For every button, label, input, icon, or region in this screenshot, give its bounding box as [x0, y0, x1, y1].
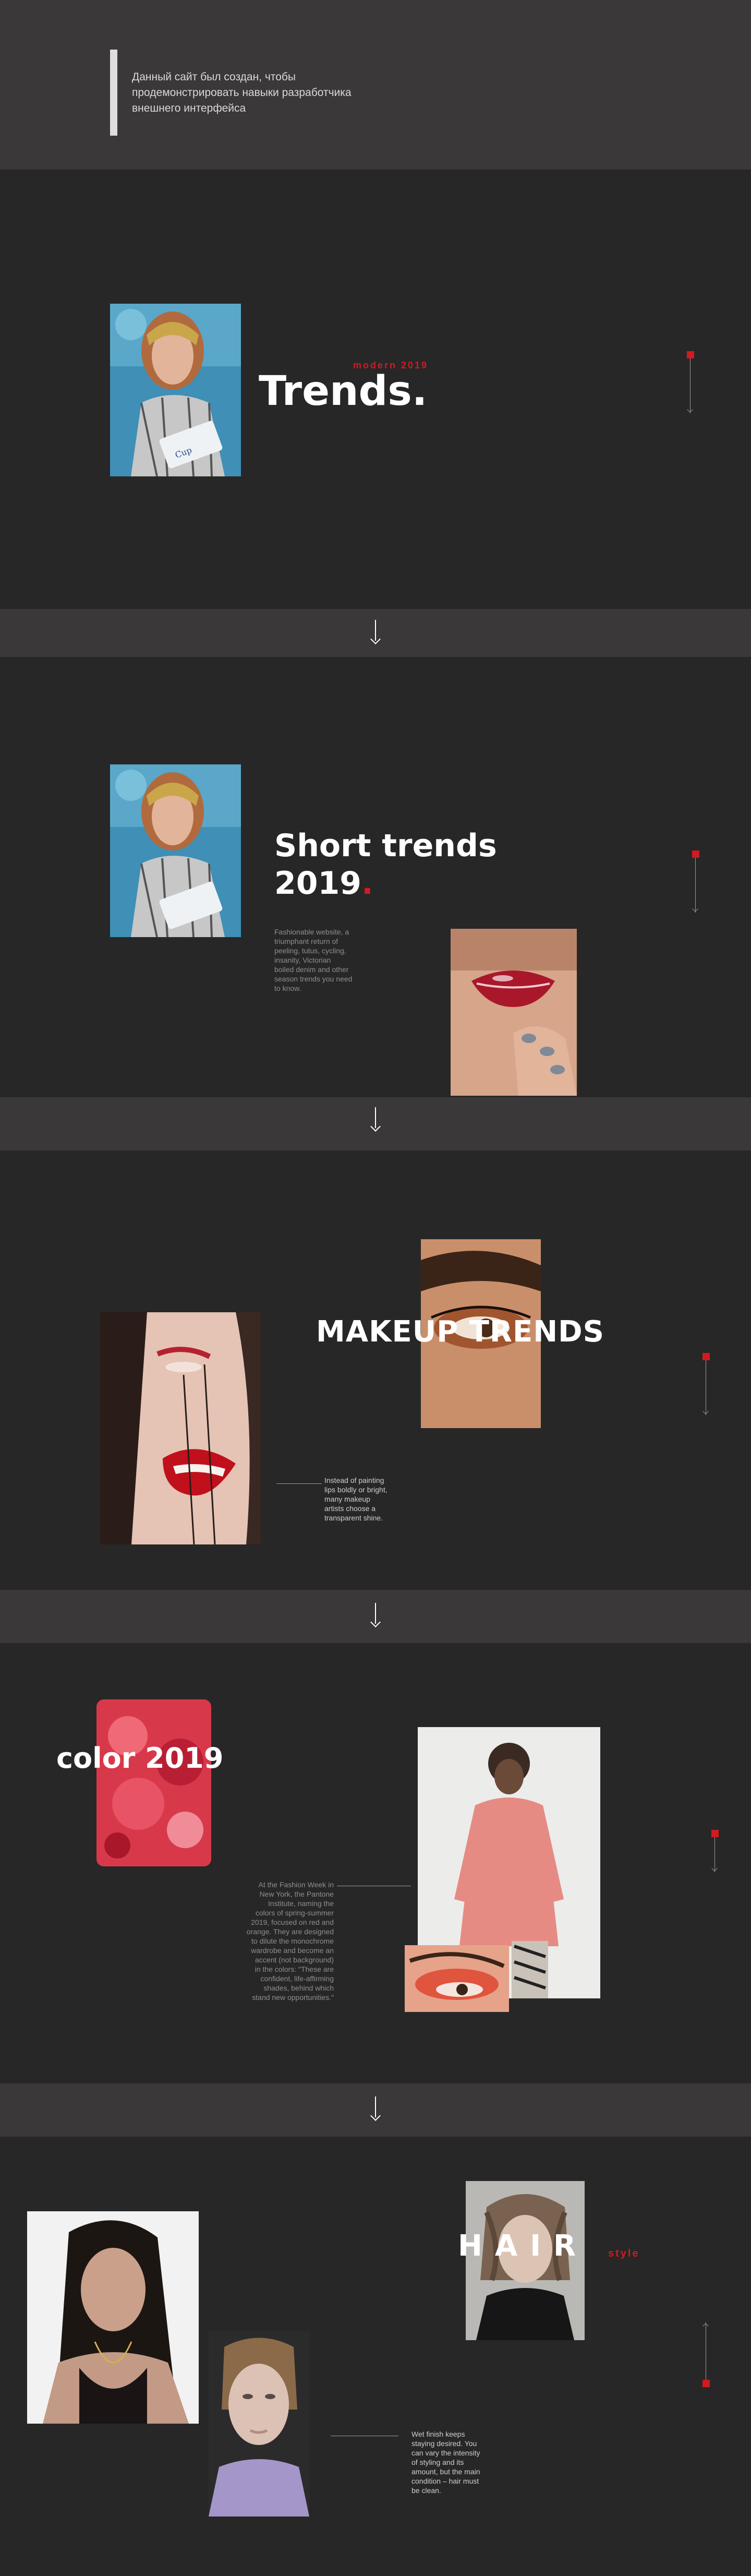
developer-notice: Данный сайт был создан, чтобы продемонст… — [132, 69, 352, 116]
makeup-connector-line — [276, 1483, 322, 1484]
scroll-indicator-icon[interactable] — [690, 850, 700, 913]
down-arrow-icon[interactable] — [370, 2096, 381, 2121]
hair-body: Wet finish keeps staying desired. You ca… — [411, 2430, 480, 2495]
short-trends-model-photo — [110, 764, 241, 937]
notice-line: Данный сайт был создан, чтобы — [132, 71, 296, 83]
notice-line: внешнего интерфейса — [132, 102, 246, 114]
dark-hair-model-photo — [27, 2211, 199, 2424]
hair-kicker: style — [608, 2248, 640, 2259]
short-trends-title: Short trends 2019. — [274, 827, 497, 902]
down-arrow-icon[interactable] — [370, 1107, 381, 1132]
title-line: 2019 — [274, 865, 361, 902]
hair-title: HAIR — [458, 2229, 589, 2263]
hero-model-photo: Cup — [110, 304, 241, 476]
down-arrow-icon[interactable] — [370, 620, 381, 644]
title-line: Short trends — [274, 828, 497, 864]
hero-title: Trends. — [259, 368, 428, 415]
notice-accent-bar — [110, 50, 117, 136]
color-body: At the Fashion Week in New York, the Pan… — [246, 1880, 334, 2002]
scroll-indicator-icon[interactable] — [685, 351, 695, 414]
title-dot: . — [361, 865, 373, 902]
color-title: color 2019 — [56, 1742, 224, 1775]
orange-eyeshadow-photo — [405, 1945, 509, 2012]
down-arrow-icon[interactable] — [370, 1603, 381, 1627]
scroll-indicator-icon[interactable] — [700, 2322, 711, 2387]
notice-line: продемонстрировать навыки разработчика — [132, 87, 352, 99]
coral-texture-photo — [96, 1699, 211, 1866]
scroll-indicator-icon[interactable] — [709, 1830, 720, 1873]
makeup-body: Instead of painting lips boldly or brigh… — [324, 1476, 387, 1522]
scroll-indicator-icon[interactable] — [700, 1353, 711, 1416]
lips-photo — [451, 929, 577, 1096]
short-trends-body: Fashionable website, a triumphant return… — [274, 928, 353, 992]
makeup-title: MAKEUP TRENDS — [316, 1315, 604, 1349]
red-lips-face-photo — [100, 1312, 261, 1544]
wet-hair-model-photo — [209, 2331, 309, 2517]
